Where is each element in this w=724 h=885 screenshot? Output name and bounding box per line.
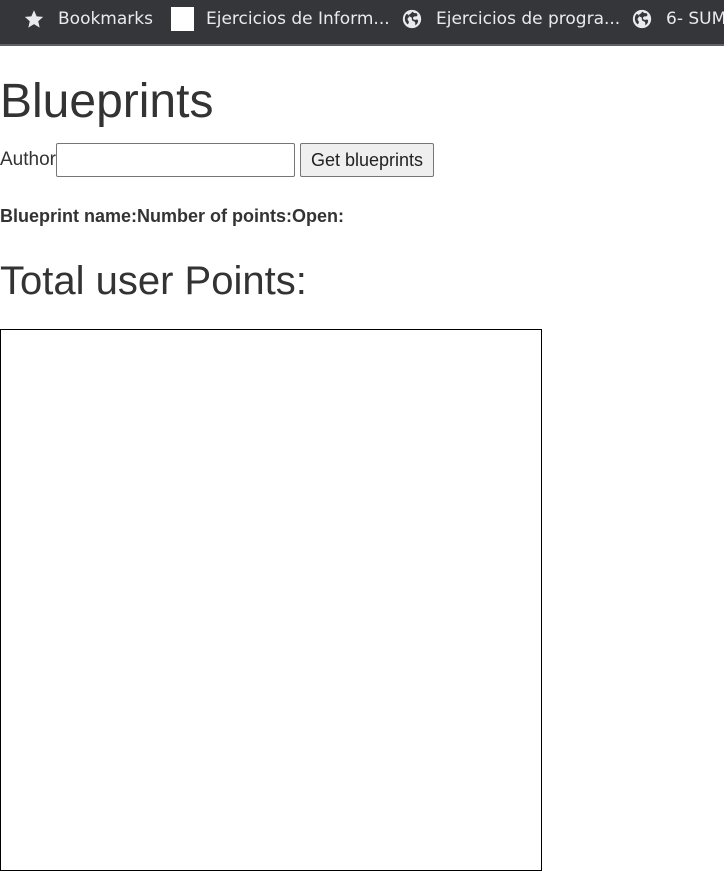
bookmark-label: 6- SUM bbox=[666, 9, 724, 29]
star-icon bbox=[22, 7, 46, 31]
bookmark-label: Bookmarks bbox=[58, 9, 153, 29]
column-header-number-of-points: Number of points: bbox=[137, 206, 293, 226]
bookmark-6-sum[interactable]: 6- SUM bbox=[630, 0, 724, 38]
bookmark-bookmarks[interactable]: Bookmarks bbox=[22, 0, 153, 38]
bookmark-label: Ejercicios de progra... bbox=[436, 9, 621, 29]
total-user-points: Total user Points: bbox=[0, 258, 315, 304]
bookmark-ejercicios-informatica[interactable]: Ejercicios de Inform... bbox=[170, 0, 390, 38]
total-points-label: Total user Points: bbox=[0, 259, 307, 303]
bookmark-ejercicios-programacion[interactable]: Ejercicios de progra... bbox=[400, 0, 620, 38]
author-row: Author Get blueprints bbox=[0, 142, 435, 178]
bookmarks-bar: Bookmarks Ejercicios de Inform... Ejerci… bbox=[0, 0, 724, 46]
blank-page-icon bbox=[170, 7, 194, 31]
bookmark-label: Ejercicios de Inform... bbox=[206, 9, 390, 29]
author-label: Author bbox=[0, 149, 56, 170]
globe-icon bbox=[630, 7, 654, 31]
author-input[interactable] bbox=[55, 143, 295, 177]
column-header-blueprint-name: Blueprint name: bbox=[0, 206, 138, 226]
get-blueprints-button[interactable]: Get blueprints bbox=[299, 143, 435, 177]
globe-icon bbox=[400, 7, 424, 31]
blueprints-table-header: Blueprint name: Number of points: Open: bbox=[0, 206, 344, 227]
blueprint-canvas[interactable] bbox=[0, 329, 542, 871]
page-title: Blueprints bbox=[0, 75, 214, 128]
column-header-open: Open: bbox=[292, 206, 345, 226]
